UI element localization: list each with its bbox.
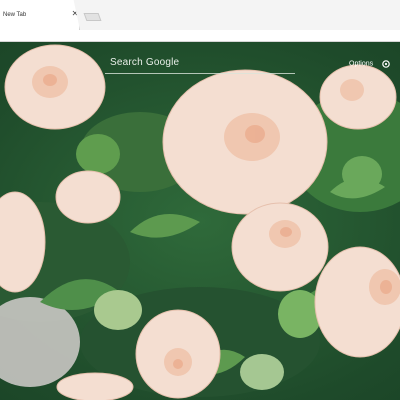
search-box[interactable]: Search Google xyxy=(105,54,295,74)
search-placeholder: Search Google xyxy=(110,57,180,68)
gear-icon[interactable] xyxy=(381,59,391,69)
tab-title: New Tab xyxy=(3,12,27,18)
tab-new-tab[interactable]: New Tab ✕ xyxy=(0,0,80,30)
tab-strip: New Tab ✕ xyxy=(0,0,400,30)
new-tab-button[interactable] xyxy=(83,13,102,21)
search-underline xyxy=(105,73,295,74)
options-label: Options xyxy=(349,60,374,68)
options-button[interactable]: Options xyxy=(349,55,391,68)
close-icon[interactable]: ✕ xyxy=(71,10,79,18)
background-image xyxy=(0,44,400,400)
new-tab-page: Search Google Options xyxy=(0,42,400,400)
toolbar xyxy=(0,30,400,42)
